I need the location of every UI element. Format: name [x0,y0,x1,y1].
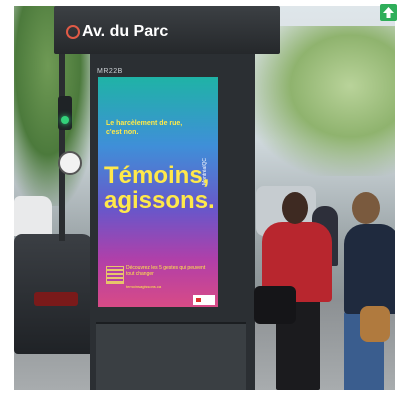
ad-poster: Le harcèlement de rue, c'est non. Montré… [98,77,218,307]
kiosk-roof: Av. du Parc [54,6,280,54]
kiosk-code: MR22B [97,68,123,75]
photo-frame: Av. du Parc MR22B Le harcèlement de rue,… [0,0,397,393]
up-arrow-icon[interactable] [380,4,397,21]
street-name: Av. du Parc [82,23,169,40]
pedestrian-right-bag [360,306,390,342]
parked-car-dark [14,234,94,354]
parked-car-white [14,196,52,236]
pedestrian-left-bag [254,286,296,324]
poster-slogan: Témoins, agissons. [104,162,215,214]
road-sign [58,151,82,175]
poster-sponsor-badge [193,295,215,305]
pedestrian-right-head [352,192,380,224]
logo-icon [66,25,80,39]
qr-code-icon [106,266,124,284]
street-photo: Av. du Parc MR22B Le harcèlement de rue,… [14,6,395,390]
poster-headline: Le harcèlement de rue, c'est non. [106,120,183,136]
car-tail-light [34,292,78,306]
poster-url: temoinsagissons.ca [126,284,162,289]
poster-fine-print: Découvrez les 5 gestes qui peuvent tout … [126,265,206,277]
pedestrian-left-head [282,192,308,224]
pedestrian-right-navy-top [344,224,395,314]
traffic-light-icon [58,96,72,130]
kiosk-lower-panel [96,322,246,390]
